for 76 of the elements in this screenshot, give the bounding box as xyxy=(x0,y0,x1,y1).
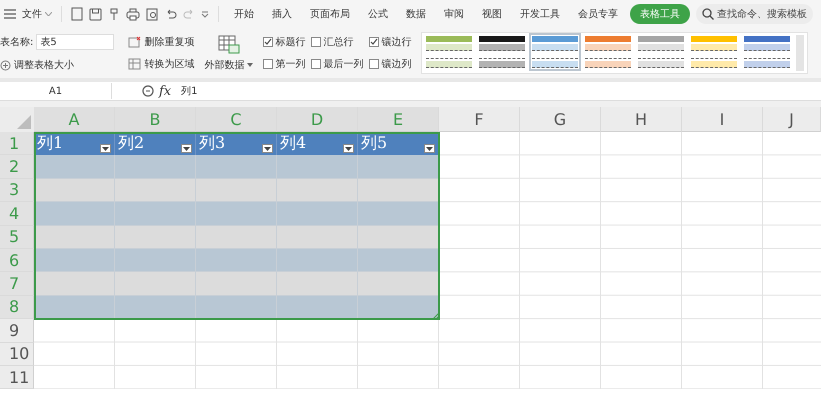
remove-duplicates-icon xyxy=(128,36,142,48)
caret-icon xyxy=(247,62,254,66)
print-preview-icon[interactable] xyxy=(146,8,159,20)
column-header[interactable]: F xyxy=(439,107,520,132)
plus-circle-icon xyxy=(0,60,11,70)
option-checkbox[interactable]: 最后一列 xyxy=(311,57,364,71)
checkmark-icon xyxy=(370,38,378,46)
column-title: 列1 xyxy=(37,133,64,154)
option-checkbox[interactable]: 镶边行 xyxy=(369,35,412,49)
caret-icon xyxy=(183,146,190,151)
resize-table-button[interactable]: 调整表格大小 xyxy=(0,58,114,72)
resize-handle-icon[interactable] xyxy=(433,313,439,320)
column-header[interactable]: J xyxy=(763,107,821,132)
table-grid-icon xyxy=(128,58,142,70)
save-icon[interactable] xyxy=(89,8,102,20)
option-checkbox[interactable]: 第一列 xyxy=(263,57,306,71)
table-name-field[interactable]: 表5 xyxy=(36,34,114,50)
table-style-swatch[interactable] xyxy=(478,35,526,69)
caret-icon xyxy=(45,12,52,16)
option-checkbox[interactable]: 镶边列 xyxy=(369,57,412,71)
table-style-swatch[interactable] xyxy=(637,35,686,69)
search-field[interactable]: 查找命令、搜索模板 xyxy=(696,4,813,24)
new-document-icon[interactable] xyxy=(71,7,83,21)
row-header[interactable]: 11 xyxy=(0,366,34,390)
search-icon xyxy=(702,8,714,20)
print-icon[interactable] xyxy=(126,8,140,20)
column-title: 列2 xyxy=(118,133,144,154)
column-title: 列5 xyxy=(361,133,388,154)
ribbon-tab[interactable]: 插入 xyxy=(266,4,298,24)
undo-icon[interactable] xyxy=(165,8,177,20)
zoom-icon[interactable] xyxy=(142,84,155,98)
ribbon-tab[interactable]: 审阅 xyxy=(438,4,470,24)
filter-dropdown-button[interactable] xyxy=(343,144,354,154)
column-header[interactable]: I xyxy=(682,107,763,132)
filter-dropdown-button[interactable] xyxy=(424,144,435,154)
function-label[interactable]: fx xyxy=(159,84,172,98)
caret-icon xyxy=(426,146,433,151)
ribbon-tab[interactable]: 会员专享 xyxy=(572,4,624,24)
option-checkbox[interactable]: 标题行 xyxy=(263,35,306,49)
table-style-swatch[interactable] xyxy=(690,35,738,69)
filter-dropdown-button[interactable] xyxy=(262,144,273,154)
table-style-swatch[interactable] xyxy=(425,35,474,69)
column-title: 列3 xyxy=(199,133,226,154)
ribbon-tab[interactable]: 开始 xyxy=(228,4,260,24)
format-painter-icon[interactable] xyxy=(108,8,120,20)
table-name-label: 表名称: xyxy=(0,36,34,49)
table-style-swatch[interactable] xyxy=(531,35,580,69)
caret-icon xyxy=(345,146,352,151)
ribbon-tab[interactable]: 视图 xyxy=(476,4,508,24)
external-data-button[interactable]: 外部数据 xyxy=(204,34,254,72)
table-data-icon xyxy=(218,34,240,54)
column-title: 列4 xyxy=(280,133,306,154)
menu-icon[interactable] xyxy=(4,9,16,19)
ribbon-tab[interactable]: 开发工具 xyxy=(514,4,566,24)
file-menu[interactable]: 文件 xyxy=(22,7,52,21)
ribbon-tab[interactable]: 页面布局 xyxy=(304,4,356,24)
checkmark-icon xyxy=(264,38,272,46)
caret-icon xyxy=(102,146,109,151)
name-box[interactable]: A1 xyxy=(0,83,112,99)
row-header[interactable]: 9 xyxy=(0,319,34,343)
customize-dropdown-icon[interactable] xyxy=(201,10,209,18)
ribbon-tab[interactable]: 公式 xyxy=(362,4,394,24)
remove-duplicates-button[interactable]: 删除重复项 xyxy=(128,35,194,49)
row-header[interactable]: 10 xyxy=(0,342,34,366)
column-header[interactable]: G xyxy=(520,107,601,132)
option-checkbox[interactable]: 汇总行 xyxy=(311,35,364,49)
convert-to-range-button[interactable]: 转换为区域 xyxy=(128,57,194,71)
table-style-swatch[interactable] xyxy=(743,35,792,69)
caret-icon xyxy=(264,146,271,151)
ribbon-tab[interactable]: 数据 xyxy=(400,4,432,24)
formula-field[interactable]: 列1 xyxy=(181,84,198,98)
column-header[interactable]: H xyxy=(601,107,682,132)
table-style-swatch[interactable] xyxy=(584,35,632,69)
filter-dropdown-button[interactable] xyxy=(100,144,111,154)
filter-dropdown-button[interactable] xyxy=(181,144,192,154)
gallery-scrollbar[interactable] xyxy=(796,35,804,71)
